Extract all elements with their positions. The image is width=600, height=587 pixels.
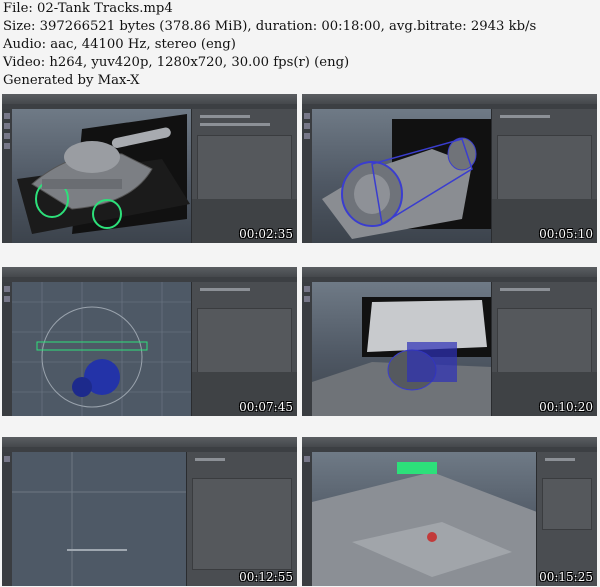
toolbox — [2, 282, 12, 416]
tank-model — [17, 114, 190, 234]
toolbox — [2, 109, 12, 243]
viewport[interactable] — [12, 109, 192, 243]
video-info-header: File: 02-Tank Tracks.mp4 Size: 397266521… — [3, 0, 593, 90]
thumbnail-4[interactable]: 00:10:20 — [302, 267, 597, 416]
timestamp: 00:12:55 — [239, 570, 293, 584]
hypershade-panel — [186, 452, 297, 586]
menu-bar — [302, 94, 597, 104]
menu-bar — [302, 437, 597, 447]
thumbnail-3[interactable]: 00:07:45 — [2, 267, 297, 416]
file-name: File: 02-Tank Tracks.mp4 — [3, 1, 173, 16]
timestamp: 00:02:35 — [239, 227, 293, 241]
textured-scene — [312, 462, 537, 586]
timestamp: 00:15:25 — [539, 570, 593, 584]
generator-credit: Generated by Max-X — [3, 73, 140, 88]
channel-box-panel — [491, 282, 597, 416]
video-info: Video: h264, yuv420p, 1280x720, 30.00 fp… — [3, 55, 350, 70]
viewport[interactable] — [312, 452, 537, 586]
channel-box-panel — [491, 109, 597, 243]
audio-info: Audio: aac, 44100 Hz, stereo (eng) — [3, 37, 236, 52]
viewport[interactable] — [312, 109, 492, 243]
thumbnail-6[interactable]: 00:15:25 — [302, 437, 597, 586]
menu-bar — [302, 267, 597, 277]
menu-bar — [2, 94, 297, 104]
attribute-panel — [536, 452, 597, 586]
thumbnail-2[interactable]: 00:05:10 — [302, 94, 597, 243]
empty-viewport — [12, 452, 187, 586]
track-model — [322, 119, 492, 239]
menu-bar — [2, 437, 297, 447]
toolbox — [302, 109, 312, 243]
menu-bar — [2, 267, 297, 277]
channel-box-panel — [191, 109, 297, 243]
toolbox — [302, 282, 312, 416]
thumbnail-5[interactable]: 00:12:55 — [2, 437, 297, 586]
timestamp: 00:07:45 — [239, 400, 293, 414]
viewport[interactable] — [12, 452, 187, 586]
toolbox — [2, 452, 12, 586]
ortho-grid — [12, 282, 192, 416]
thumbnail-1[interactable]: 00:02:35 — [2, 94, 297, 243]
viewport[interactable] — [12, 282, 192, 416]
channel-box-panel — [191, 282, 297, 416]
timestamp: 00:05:10 — [539, 227, 593, 241]
tank-track-model — [312, 297, 492, 416]
toolbox — [302, 452, 312, 586]
file-size: Size: 397266521 bytes (378.86 MiB), dura… — [3, 19, 537, 34]
viewport[interactable] — [312, 282, 492, 416]
timestamp: 00:10:20 — [539, 400, 593, 414]
